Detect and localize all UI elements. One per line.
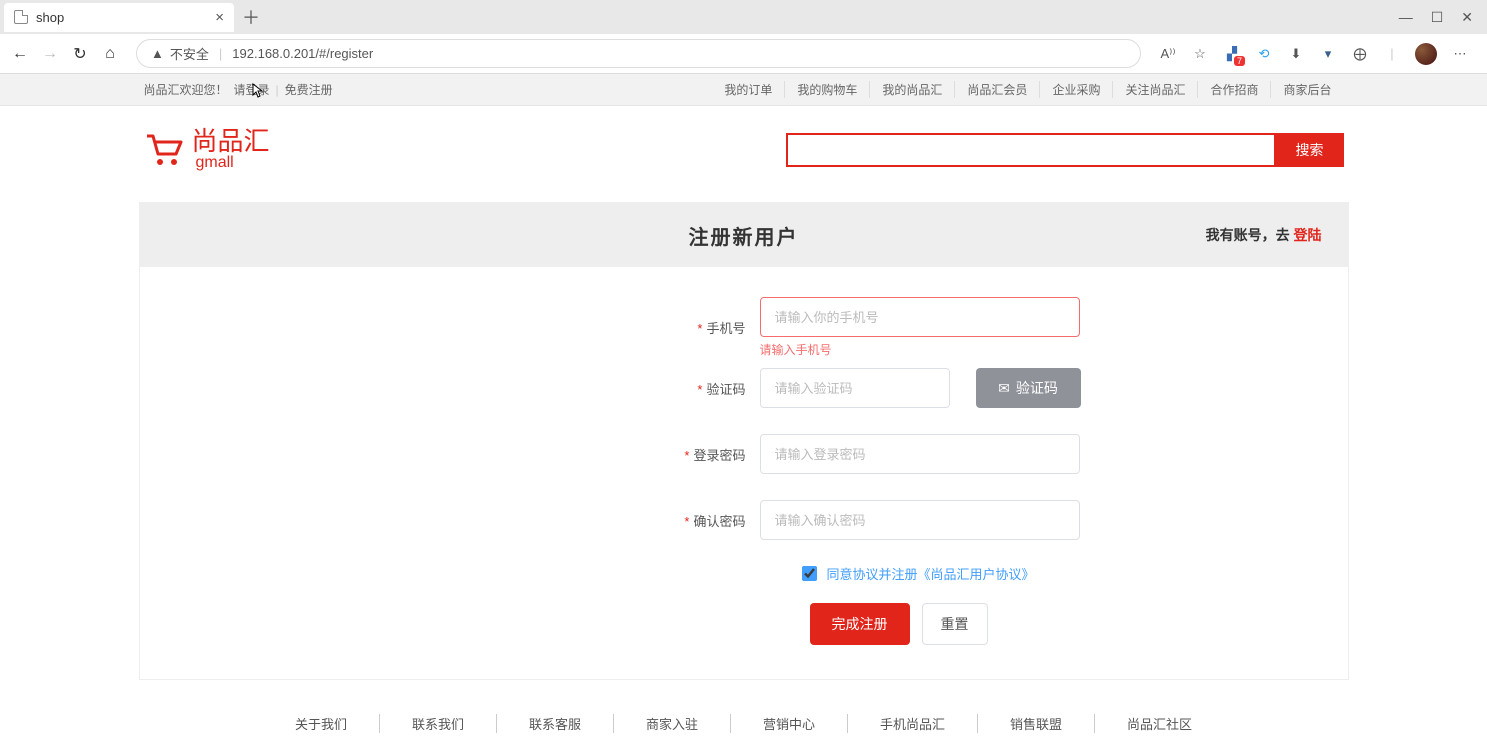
refresh-button[interactable]: ↻ bbox=[70, 44, 90, 64]
footer-link-community[interactable]: 尚品汇社区 bbox=[1095, 714, 1224, 733]
go-login-link[interactable]: 登陆 bbox=[1294, 227, 1322, 243]
browser-chrome: shop × ＋ — ☐ ✕ ← → ↻ ⌂ ▲ 不安全 | 192.168.0… bbox=[0, 0, 1487, 74]
back-button[interactable]: ← bbox=[10, 45, 30, 63]
url-separator: | bbox=[219, 46, 222, 61]
favorite-icon[interactable]: ☆ bbox=[1191, 45, 1209, 63]
topbar-link-merchant[interactable]: 商家后台 bbox=[1271, 81, 1343, 98]
agree-checkbox[interactable] bbox=[802, 566, 817, 581]
submit-button[interactable]: 完成注册 bbox=[810, 603, 910, 645]
label-confirm: 确认密码 bbox=[693, 514, 745, 529]
topbar-right: 我的订单 我的购物车 我的尚品汇 尚品汇会员 企业采购 关注尚品汇 合作招商 商… bbox=[712, 81, 1343, 98]
agree-text[interactable]: 同意协议并注册《尚品汇用户协议》 bbox=[827, 564, 1035, 583]
url-text: 192.168.0.201/#/register bbox=[232, 46, 373, 61]
register-header: 注册新用户 我有账号，去 登陆 bbox=[140, 203, 1348, 267]
warning-icon: ▲ bbox=[151, 46, 164, 61]
footer-links: 关于我们 联系我们 联系客服 商家入驻 营销中心 手机尚品汇 销售联盟 尚品汇社… bbox=[0, 714, 1487, 733]
read-aloud-icon[interactable]: A⁾⁾ bbox=[1159, 45, 1177, 63]
address-bar[interactable]: ▲ 不安全 | 192.168.0.201/#/register bbox=[136, 39, 1141, 68]
search-button[interactable]: 搜索 bbox=[1276, 133, 1344, 167]
password-input[interactable] bbox=[760, 434, 1080, 474]
new-tab-button[interactable]: ＋ bbox=[242, 4, 260, 30]
footer-link-about[interactable]: 关于我们 bbox=[263, 714, 380, 733]
site-topbar: 尚品汇欢迎您！ 请登录 | 免费注册 我的订单 我的购物车 我的尚品汇 尚品汇会… bbox=[0, 74, 1487, 106]
topbar-link-partner[interactable]: 合作招商 bbox=[1198, 81, 1271, 98]
toolbar-icons: A⁾⁾ ☆ ▞7 ⟲ ⬇ ▾ ⨁ | ⋯ bbox=[1151, 43, 1477, 65]
button-row: 完成注册 重置 bbox=[810, 603, 1348, 645]
browser-tab[interactable]: shop × bbox=[4, 3, 234, 32]
have-account-tip: 我有账号，去 登陆 bbox=[1206, 225, 1322, 245]
topbar-link-cart[interactable]: 我的购物车 bbox=[785, 81, 870, 98]
phone-error-msg: 请输入手机号 bbox=[760, 341, 1080, 358]
free-register-link[interactable]: 免费注册 bbox=[285, 81, 333, 98]
tab-bar: shop × ＋ — ☐ ✕ bbox=[0, 0, 1487, 34]
window-controls: — ☐ ✕ bbox=[1399, 9, 1487, 26]
home-button[interactable]: ⌂ bbox=[100, 45, 120, 63]
search-input[interactable] bbox=[786, 133, 1276, 167]
cart-icon bbox=[144, 132, 184, 168]
nav-bar: ← → ↻ ⌂ ▲ 不安全 | 192.168.0.201/#/register… bbox=[0, 34, 1487, 74]
reset-button[interactable]: 重置 bbox=[922, 603, 988, 645]
footer-link-merchant[interactable]: 商家入驻 bbox=[614, 714, 731, 733]
code-input[interactable] bbox=[760, 368, 950, 408]
more-menu-icon[interactable]: ⋯ bbox=[1451, 45, 1469, 63]
row-password: *登录密码 bbox=[140, 434, 1348, 474]
not-secure-warning: ▲ 不安全 bbox=[151, 44, 209, 63]
have-account-label: 我有账号，去 bbox=[1206, 227, 1294, 243]
send-code-button[interactable]: ✉ 验证码 bbox=[976, 368, 1081, 408]
maximize-button[interactable]: ☐ bbox=[1431, 9, 1444, 26]
label-phone: 手机号 bbox=[706, 321, 745, 336]
extensions-icon[interactable]: ⨁ bbox=[1351, 45, 1369, 63]
footer-link-mobile[interactable]: 手机尚品汇 bbox=[848, 714, 978, 733]
login-link[interactable]: 请登录 bbox=[234, 81, 270, 98]
separator: | bbox=[1383, 45, 1401, 63]
forward-button[interactable]: → bbox=[40, 45, 60, 63]
downloads-icon[interactable]: ⬇ bbox=[1287, 45, 1305, 63]
transform-icon[interactable]: ⟲ bbox=[1255, 45, 1273, 63]
topbar-left: 尚品汇欢迎您！ 请登录 | 免费注册 bbox=[144, 81, 333, 98]
topbar-link-orders[interactable]: 我的订单 bbox=[712, 81, 785, 98]
label-password: 登录密码 bbox=[693, 448, 745, 463]
close-tab-icon[interactable]: × bbox=[215, 9, 224, 26]
logo-text-cn: 尚品汇 bbox=[192, 128, 270, 154]
topbar-link-mine[interactable]: 我的尚品汇 bbox=[870, 81, 955, 98]
separator: | bbox=[276, 83, 279, 97]
row-confirm: *确认密码 bbox=[140, 500, 1348, 540]
not-secure-label: 不安全 bbox=[170, 44, 209, 63]
topbar-link-follow[interactable]: 关注尚品汇 bbox=[1113, 81, 1198, 98]
search-box: 搜索 bbox=[786, 133, 1344, 167]
footer-link-marketing[interactable]: 营销中心 bbox=[731, 714, 848, 733]
vue-devtools-icon[interactable]: ▾ bbox=[1319, 45, 1337, 63]
label-code: 验证码 bbox=[706, 382, 745, 397]
footer-link-sales[interactable]: 销售联盟 bbox=[978, 714, 1095, 733]
site-header: 尚品汇 gmall 搜索 bbox=[144, 106, 1344, 202]
agree-row: 同意协议并注册《尚品汇用户协议》 bbox=[802, 564, 1348, 583]
close-window-button[interactable]: ✕ bbox=[1461, 9, 1473, 26]
row-phone: *手机号 请输入手机号 bbox=[140, 297, 1348, 358]
topbar-link-member[interactable]: 尚品汇会员 bbox=[955, 81, 1040, 98]
profile-avatar[interactable] bbox=[1415, 43, 1437, 65]
row-code: *验证码 ✉ 验证码 bbox=[140, 368, 1348, 408]
cursor-icon bbox=[252, 83, 266, 102]
site-logo[interactable]: 尚品汇 gmall bbox=[144, 128, 270, 172]
logo-text-en: gmall bbox=[196, 154, 270, 172]
welcome-text: 尚品汇欢迎您！ bbox=[144, 81, 228, 98]
topbar-link-biz[interactable]: 企业采购 bbox=[1040, 81, 1113, 98]
phone-input[interactable] bbox=[760, 297, 1080, 337]
send-code-label: 验证码 bbox=[1016, 378, 1058, 398]
register-title: 注册新用户 bbox=[689, 221, 799, 250]
mail-icon: ✉ bbox=[998, 380, 1010, 397]
extension-icon[interactable]: ▞7 bbox=[1223, 45, 1241, 63]
register-panel: 注册新用户 我有账号，去 登陆 *手机号 请输入手机号 *验证码 ✉ bbox=[139, 202, 1349, 680]
register-form: *手机号 请输入手机号 *验证码 ✉ 验证码 *登录 bbox=[140, 267, 1348, 679]
confirm-password-input[interactable] bbox=[760, 500, 1080, 540]
page-icon bbox=[14, 10, 28, 24]
minimize-button[interactable]: — bbox=[1399, 9, 1413, 26]
tab-title: shop bbox=[36, 10, 64, 25]
footer-link-service[interactable]: 联系客服 bbox=[497, 714, 614, 733]
extension-badge: 7 bbox=[1234, 56, 1245, 66]
footer-link-contact[interactable]: 联系我们 bbox=[380, 714, 497, 733]
